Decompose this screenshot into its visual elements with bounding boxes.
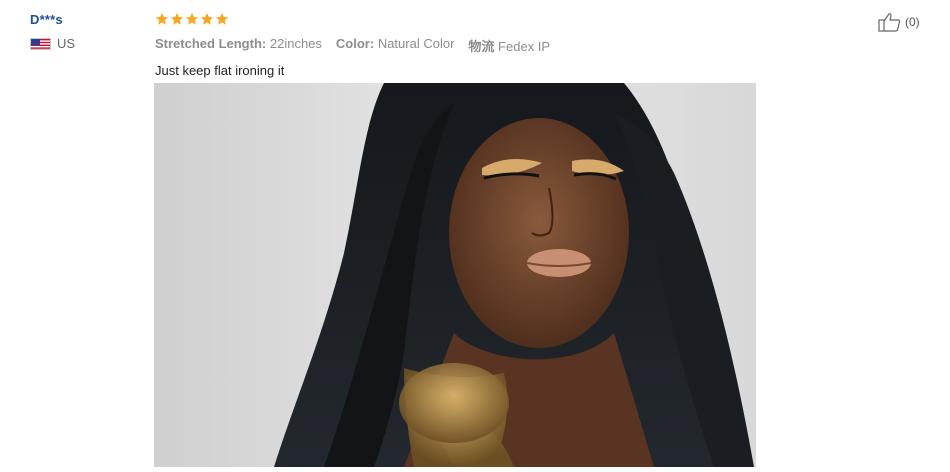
review-attributes: Stretched Length: 22inches Color: Natura… (155, 36, 855, 55)
attribute-length: Stretched Length: 22inches (155, 36, 322, 51)
review-text: Just keep flat ironing it (155, 63, 285, 78)
us-flag-icon (30, 37, 51, 50)
star-icon (215, 12, 229, 25)
helpful-button[interactable]: (0) (878, 12, 920, 32)
star-rating (155, 10, 855, 28)
attribute-color: Color: Natural Color (335, 36, 455, 51)
reviewer-name: D***s (30, 12, 63, 27)
reviewer-info: D***s US (30, 12, 140, 51)
helpful-count: (0) (905, 15, 920, 29)
review-photo[interactable] (154, 83, 756, 467)
star-icon (200, 12, 214, 25)
star-icon (170, 12, 184, 25)
review-body: Stretched Length: 22inches Color: Natura… (155, 10, 855, 78)
country-label: US (57, 36, 76, 51)
review-photo-image (154, 83, 756, 467)
star-icon (185, 12, 199, 25)
attribute-shipping: 物流 Fedex IP (468, 39, 551, 54)
star-icon (155, 12, 169, 25)
thumbs-up-icon (878, 13, 901, 32)
reviewer-country: US (30, 36, 140, 51)
